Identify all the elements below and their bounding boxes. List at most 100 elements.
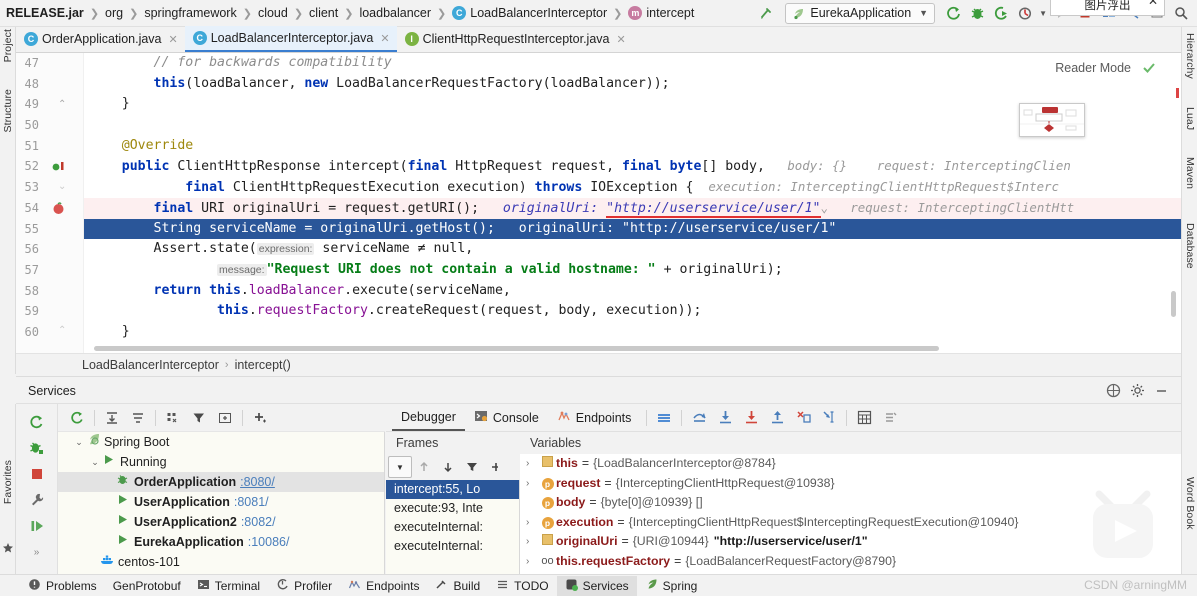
- rerun-button[interactable]: [64, 406, 90, 430]
- add-service-icon[interactable]: [247, 406, 273, 430]
- variable-row[interactable]: › this = {LoadBalancerInterceptor@8784}: [520, 454, 1181, 474]
- more-actions-icon[interactable]: »: [25, 539, 49, 565]
- step-into-icon[interactable]: [712, 406, 738, 430]
- editor-tab-load-balancer-interceptor[interactable]: C LoadBalancerInterceptor.java ✕: [184, 26, 397, 52]
- sidebar-item-maven[interactable]: Maven: [1184, 157, 1196, 192]
- expand-all-icon[interactable]: [99, 406, 125, 430]
- tree-item-user-application[interactable]: UserApplication :8081/: [58, 492, 384, 512]
- breadcrumb-item-springframework[interactable]: springframework: [140, 0, 240, 27]
- resume-program-icon[interactable]: [25, 513, 49, 539]
- services-tree[interactable]: ⌄ Spring Boot ⌄ Running OrderApplication…: [58, 432, 385, 574]
- tab-debugger[interactable]: Debugger: [392, 404, 465, 431]
- editor-tab-order-application[interactable]: C OrderApplication.java ✕: [16, 26, 185, 52]
- filter-frames-button[interactable]: [460, 456, 484, 478]
- breadcrumb-item-org[interactable]: org: [101, 0, 127, 27]
- run-method-icon[interactable]: [52, 160, 66, 173]
- frame-down-button[interactable]: [436, 456, 460, 478]
- floating-overlay-window[interactable]: 图片浮出 ✕: [1050, 0, 1165, 16]
- expand-chevron-icon[interactable]: ›: [526, 454, 539, 474]
- status-item-build[interactable]: Build: [427, 576, 488, 596]
- status-item-todo[interactable]: TODO: [488, 576, 556, 596]
- status-item-problems[interactable]: Problems: [20, 576, 105, 596]
- editor-horizontal-scrollbar[interactable]: [94, 346, 939, 351]
- step-out-icon[interactable]: [764, 406, 790, 430]
- frames-list[interactable]: intercept:55, Lo execute:93, Inte execut…: [386, 480, 520, 574]
- frame-up-button[interactable]: [412, 456, 436, 478]
- breadcrumb-item-jar[interactable]: RELEASE.jar: [2, 0, 88, 27]
- error-stripe-marker[interactable]: [1176, 88, 1179, 98]
- code-text-area[interactable]: // for backwards compatibility this(load…: [84, 53, 1181, 353]
- tab-console[interactable]: Console: [465, 404, 548, 431]
- group-by-icon[interactable]: [160, 406, 186, 430]
- tree-item-running[interactable]: ⌄ Running: [58, 452, 384, 472]
- filter-icon[interactable]: [186, 406, 212, 430]
- drop-frame-icon[interactable]: [790, 406, 816, 430]
- breadcrumb-item-cloud[interactable]: cloud: [254, 0, 292, 27]
- tree-item-user-application2[interactable]: UserApplication2 :8082/: [58, 512, 384, 532]
- tab-endpoints[interactable]: Endpoints: [548, 404, 641, 431]
- evaluate-expression-icon[interactable]: [851, 406, 877, 430]
- collapse-all-icon[interactable]: [125, 406, 151, 430]
- favorites-star-icon[interactable]: [2, 542, 14, 557]
- sidebar-item-structure[interactable]: Structure: [2, 89, 14, 136]
- editor-vertical-scrollbar[interactable]: [1171, 291, 1176, 317]
- breadcrumb-class[interactable]: LoadBalancerInterceptor: [82, 358, 219, 372]
- tree-item-order-application[interactable]: OrderApplication :8080/: [58, 472, 384, 492]
- gear-icon[interactable]: [1126, 380, 1148, 402]
- code-fold-icon[interactable]: ⌃: [58, 99, 66, 110]
- run-to-cursor-icon[interactable]: [816, 406, 842, 430]
- expand-chevron-icon[interactable]: ›: [526, 532, 539, 552]
- rerun-service-icon[interactable]: [25, 409, 49, 435]
- breadcrumb-item-loadbalancer[interactable]: loadbalancer: [355, 0, 435, 27]
- tree-item-eureka-application[interactable]: EurekaApplication :10086/: [58, 532, 384, 552]
- editor-gutter[interactable]: 47 48 49 ⌃ 50 51 52 53 ⌄ 54 55 56 57 58 …: [16, 53, 84, 353]
- twisty-icon[interactable]: ⌄: [88, 452, 102, 472]
- sidebar-item-luaj[interactable]: LuaJ: [1184, 107, 1196, 133]
- force-step-into-icon[interactable]: [738, 406, 764, 430]
- settings-wrench-icon[interactable]: [25, 487, 49, 513]
- mute-breakpoints-icon[interactable]: [877, 406, 903, 430]
- profile-button[interactable]: [1014, 2, 1036, 24]
- sidebar-item-hierarchy[interactable]: Hierarchy: [1184, 33, 1196, 82]
- code-minimap-preview[interactable]: [1019, 103, 1085, 137]
- tree-item-port-link[interactable]: :8081/: [234, 492, 269, 512]
- add-tab-icon[interactable]: [212, 406, 238, 430]
- code-editor[interactable]: 47 48 49 ⌃ 50 51 52 53 ⌄ 54 55 56 57 58 …: [16, 53, 1181, 353]
- minimize-icon[interactable]: [1150, 380, 1172, 402]
- stop-service-icon[interactable]: [25, 461, 49, 487]
- chevron-down-icon[interactable]: ▼: [1039, 9, 1047, 18]
- tree-item-port-link[interactable]: :8082/: [241, 512, 276, 532]
- help-icon[interactable]: [1102, 380, 1124, 402]
- expand-chevron-icon[interactable]: ›: [526, 513, 539, 533]
- sidebar-item-favorites[interactable]: Favorites: [2, 460, 14, 507]
- close-icon[interactable]: ✕: [617, 33, 626, 46]
- close-icon[interactable]: ✕: [380, 32, 389, 45]
- status-item-genprotobuf[interactable]: GenProtobuf: [105, 576, 189, 596]
- status-item-spring[interactable]: Spring: [637, 576, 706, 596]
- debug-service-icon[interactable]: [25, 435, 49, 461]
- expand-chevron-icon[interactable]: ›: [526, 474, 539, 494]
- frame-item[interactable]: executeInternal:: [386, 518, 519, 537]
- tree-item-spring-boot[interactable]: ⌄ Spring Boot: [58, 432, 384, 452]
- status-item-services[interactable]: Services: [556, 575, 637, 596]
- twisty-icon[interactable]: ⌄: [72, 432, 86, 452]
- build-hammer-icon[interactable]: [756, 2, 778, 24]
- run-configuration-selector[interactable]: EurekaApplication ▼: [785, 2, 936, 24]
- step-over-icon[interactable]: [686, 406, 712, 430]
- close-icon[interactable]: ✕: [1148, 0, 1158, 8]
- breadcrumb-item-client[interactable]: client: [305, 0, 342, 27]
- close-icon[interactable]: ✕: [169, 33, 178, 46]
- run-button[interactable]: [942, 2, 964, 24]
- sidebar-item-database[interactable]: Database: [1184, 223, 1196, 272]
- thread-selector-button[interactable]: ▼: [388, 456, 412, 478]
- expand-chevron-icon[interactable]: ›: [526, 552, 539, 572]
- layout-settings-icon[interactable]: [651, 406, 677, 430]
- status-item-endpoints[interactable]: Endpoints: [340, 576, 427, 596]
- breadcrumb-method[interactable]: intercept(): [235, 358, 291, 372]
- search-icon[interactable]: [1170, 2, 1192, 24]
- tree-item-port-link[interactable]: :10086/: [248, 532, 290, 552]
- reader-mode-indicator[interactable]: Reader Mode: [1055, 60, 1157, 76]
- frame-item[interactable]: execute:93, Inte: [386, 499, 519, 518]
- editor-tab-client-http-request-interceptor[interactable]: I ClientHttpRequestInterceptor.java ✕: [397, 26, 633, 52]
- tree-item-centos-101[interactable]: centos-101: [58, 552, 384, 572]
